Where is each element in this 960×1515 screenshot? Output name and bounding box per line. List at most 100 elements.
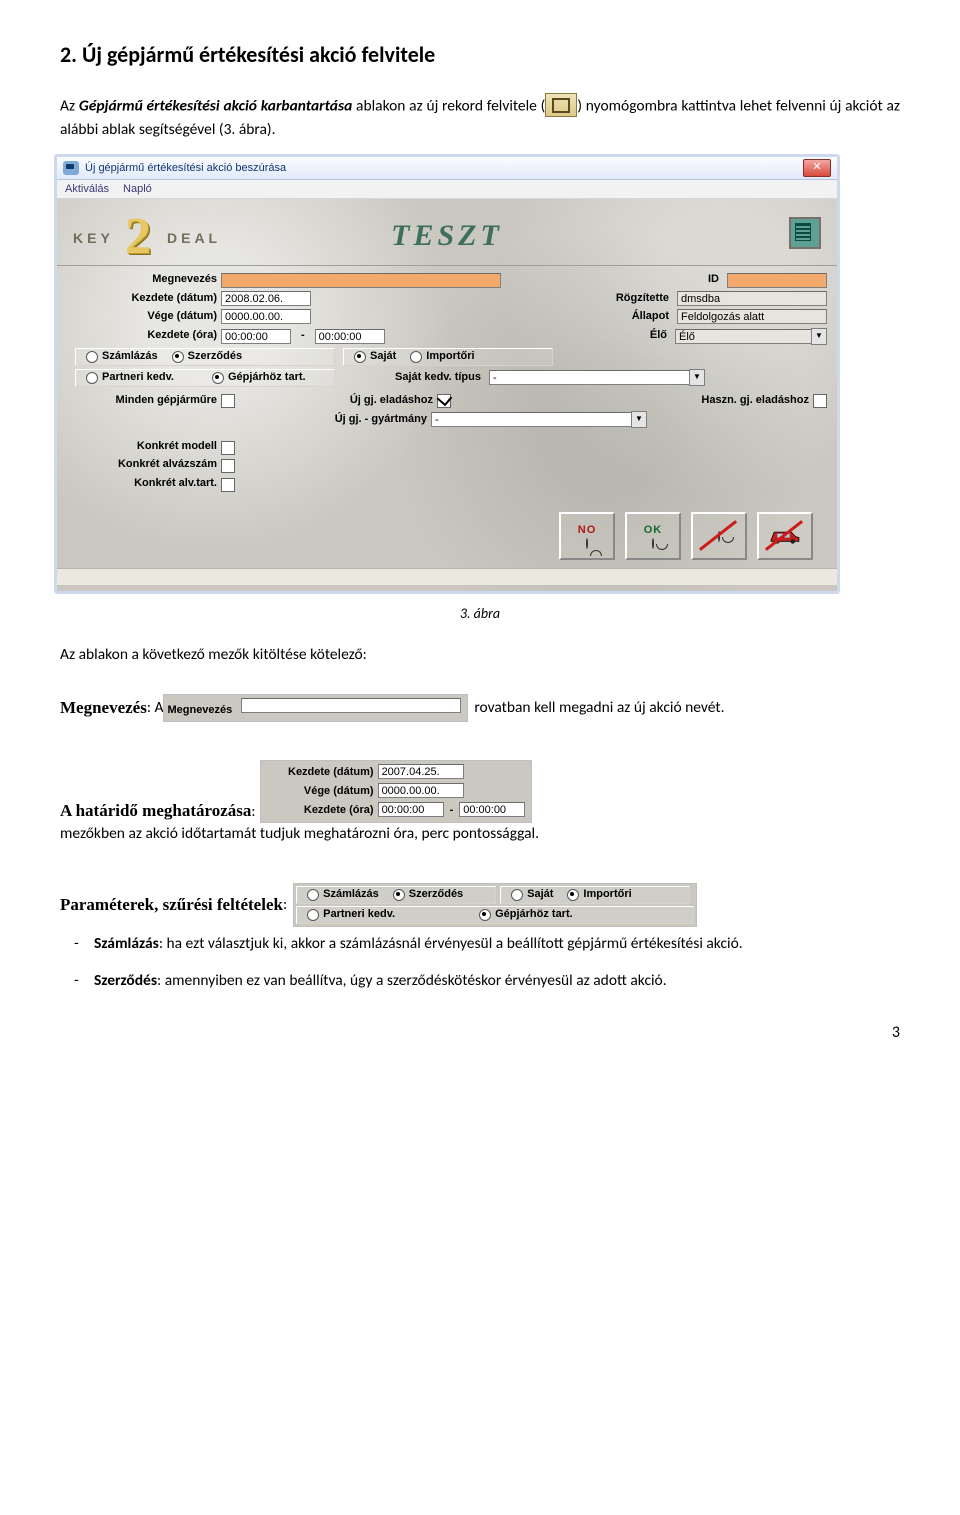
dropdown-uj-gyartmany[interactable]: - ▼ [431,411,647,428]
input-vege-datum[interactable]: 0000.00.00. [221,309,311,324]
radio-partneri[interactable]: Partneri kedv. [86,370,174,385]
radio-sajat[interactable]: Saját [354,349,396,364]
label-vege-datum: Vége (dátum) [67,309,217,324]
snip-radio-szerz[interactable]: Szerződés [393,887,463,902]
checkbox-konkret-alvtart[interactable] [221,478,235,492]
param-colon: : [283,894,287,916]
chevron-down-icon[interactable]: ▼ [811,328,827,345]
label-kezd-ora: Kezdete (óra) [67,328,217,343]
item2-rest: : amennyiben ez van beállítva, úgy a sze… [157,971,667,990]
label-megnevezes: Megnevezés [67,272,217,287]
chevron-down-icon[interactable]: ▼ [631,411,647,428]
snip-radio-import[interactable]: Importőri [567,887,631,902]
list-item: Számlázás: ha ezt választjuk ki, akkor a… [94,933,900,955]
dropdown-sajat-kedv-tipus[interactable]: - ▼ [489,369,705,386]
input-megnevezes[interactable] [221,273,501,288]
no-button[interactable]: NO [559,512,615,560]
after-caption: Az ablakon a következő mezők kitöltése k… [60,644,900,666]
label-sajat-kedv-tipus: Saját kedv. típus [351,370,481,385]
param-line: Paraméterek, szűrési feltételek: Számláz… [60,883,900,927]
label-id: ID [619,272,723,287]
input-kezd-ora-ig[interactable]: 00:00:00 [315,329,385,344]
radio-group-kedv: Partneri kedv. Gépjárhöz tart. [75,369,335,387]
label-rogzitette: Rögzítette [569,291,673,306]
header-corner-button[interactable] [789,217,821,249]
dropdown-uj-gyartmany-value: - [431,412,631,427]
label-uj-gyartmany: Új gj. - gyártmány [301,412,427,427]
input-kezd-ora-tol[interactable]: 00:00:00 [221,329,291,344]
snip-radio-partner[interactable]: Partneri kedv. [307,907,395,922]
item1-rest: : ha ezt választjuk ki, akkor a számlázá… [159,934,743,953]
label-haszn-eladas: Haszn. gj. eladáshoz [659,393,809,408]
hatarido-lead: A határidő meghatározása [60,799,251,823]
brand-deal: DEAL [167,229,221,249]
radio-gepjarhoz[interactable]: Gépjárhöz tart. [212,370,306,385]
dropdown-elo-value: Élő [675,329,811,344]
snip-radio-szaml[interactable]: Számlázás [307,887,379,902]
list-item: Szerződés: amennyiben ez van beállítva, … [94,970,900,992]
param-snippet: Számlázás Szerződés Saját Importőri Part… [293,883,697,927]
input-id[interactable] [727,273,827,288]
hatarido-snippet: Kezdete (dátum) 2007.04.25. Vége (dátum)… [260,760,533,823]
dialog-title: Új gépjármű értékesítési akció beszúrása [85,161,797,176]
hatarido-colon: : [251,801,255,823]
snip-input-t2[interactable]: 00:00:00 [459,802,525,817]
menu-aktivalas[interactable]: Aktiválás [65,182,109,197]
radio-szamlazas[interactable]: Számlázás [86,349,158,364]
intro-paragraph: Az Gépjármű értékesítési akció karbantar… [60,95,900,141]
new-record-icon [545,93,577,117]
ok-button[interactable]: OK [625,512,681,560]
dropdown-elo[interactable]: Élő ▼ [675,328,827,345]
radio-szerzodes[interactable]: Szerződés [172,349,242,364]
item1-lead: Számlázás [94,934,159,953]
checkbox-haszn-eladas[interactable] [813,394,827,408]
dropdown-sajat-kedv-value: - [489,370,689,385]
checkbox-minden[interactable] [221,394,235,408]
smile-icon [652,538,654,549]
snip-label-megnev: Megnevezés [167,704,238,716]
label-allapot: Állapot [569,309,673,324]
megnev-lead: Megnevezés [60,696,147,720]
snip-radio-row2: Partneri kedv. Gépjárhöz tart. [296,906,694,924]
snip-radio-sajat[interactable]: Saját [511,887,553,902]
megnev-tail: rovatban kell megadni az új akció nevét. [468,697,724,719]
snip-input-megnev[interactable] [241,698,461,713]
dialog-screenshot: Új gépjármű értékesítési akció beszúrása… [54,154,840,594]
hatarido-tail: mezőkben az akció időtartamát tudjuk meg… [60,823,539,845]
intro-text: Az [60,97,79,116]
snip-input-kezd-d[interactable]: 2007.04.25. [378,764,464,779]
close-icon[interactable]: ✕ [803,159,831,177]
frown-icon [586,538,588,549]
input-allapot: Feldolgozás alatt [677,309,827,324]
snip-radio-gepj[interactable]: Gépjárhöz tart. [479,907,573,922]
param-lead: Paraméterek, szűrési feltételek [60,893,283,917]
checkbox-konkret-modell[interactable] [221,441,235,455]
hatarido-line: A határidő meghatározása: Kezdete (dátum… [60,760,900,845]
label-uj-eladas: Új gj. eladáshoz [313,393,433,408]
checkbox-konkret-alvaz[interactable] [221,459,235,473]
snip-input-t1[interactable]: 00:00:00 [378,802,444,817]
intro-text2: ablakon az új rekord felvitele ( [356,97,545,116]
dash-sep: - [295,328,311,343]
snip-label-kezd-o: Kezdete (óra) [264,803,378,818]
label-minden-gepj: Minden gépjárműre [67,393,217,408]
label-konkret-modell: Konkrét modell [67,439,217,454]
label-elo: Élő [567,328,671,343]
slash-icon [699,520,737,551]
input-kezd-datum[interactable]: 2008.02.06. [221,291,311,306]
snip-input-vege-d[interactable]: 0000.00.00. [378,783,464,798]
radio-importori[interactable]: Importőri [410,349,474,364]
figure-caption: 3. ábra [60,604,900,624]
face-disabled-button[interactable] [691,512,747,560]
checkbox-uj-eladas[interactable] [437,394,451,408]
chevron-down-icon[interactable]: ▼ [689,369,705,386]
dialog-app-icon [63,161,79,175]
car-disabled-button[interactable] [757,512,813,560]
item2-lead: Szerződés [94,971,157,990]
snip-label-vege-d: Vége (dátum) [264,784,378,799]
megnevezes-line: Megnevezés: A Megnevezés rovatban kell m… [60,694,900,722]
brand-key: KEY [73,229,114,249]
menu-naplo[interactable]: Napló [123,182,152,197]
row-megnevezes: Megnevezés ID [67,272,827,287]
snip-radio-row1b: Saját Importőri [500,886,690,904]
